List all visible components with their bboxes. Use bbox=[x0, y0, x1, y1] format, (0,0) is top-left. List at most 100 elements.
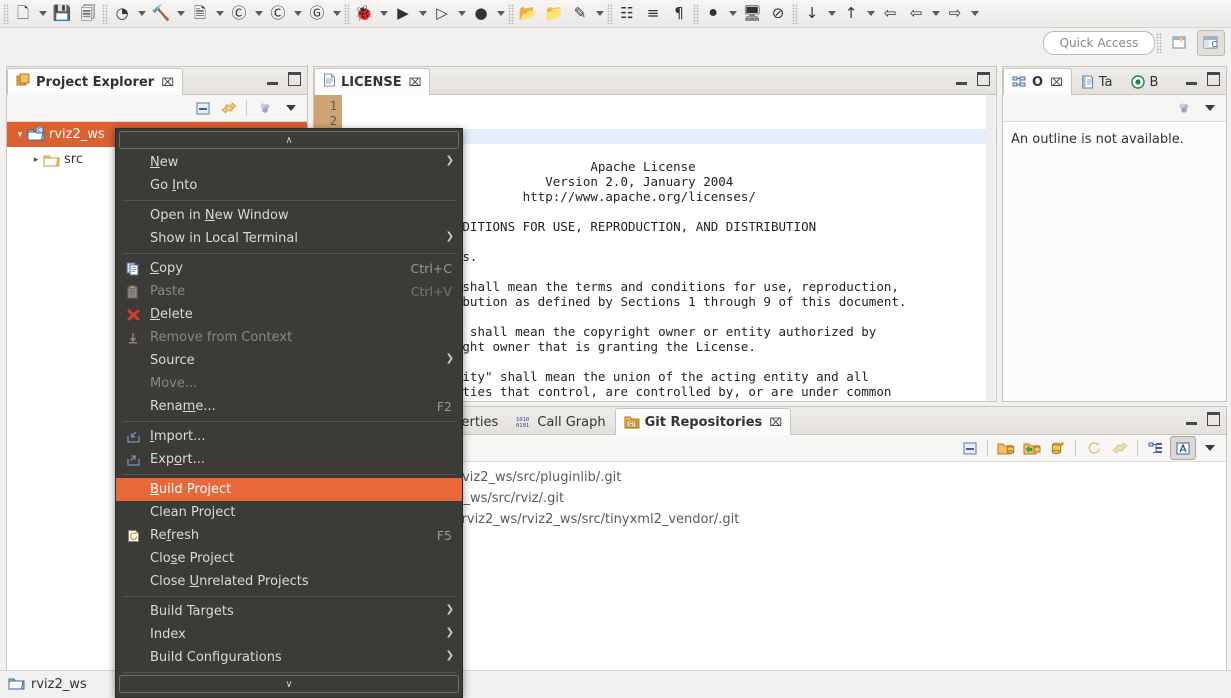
project-context-menu[interactable]: ∧ NewGo IntoOpen in New WindowShow in Lo… bbox=[115, 128, 463, 698]
menu-item-rename[interactable]: Rename...F2 bbox=[116, 395, 462, 418]
close-icon[interactable]: ⌧ bbox=[769, 416, 782, 429]
minimize-icon[interactable] bbox=[956, 73, 967, 85]
show-whitespace-icon[interactable]: ≡ bbox=[640, 2, 666, 26]
quick-access-input[interactable]: Quick Access bbox=[1043, 31, 1155, 55]
forward-icon[interactable]: ⇨ bbox=[942, 2, 968, 26]
maximize-icon[interactable] bbox=[1207, 412, 1220, 426]
new-c-file-icon[interactable]: Ⓒ bbox=[265, 2, 291, 26]
view-menu-icon[interactable] bbox=[1198, 97, 1222, 119]
toolbar-grip[interactable] bbox=[1156, 33, 1162, 53]
terminal-icon[interactable]: 🖥 bbox=[739, 2, 765, 26]
toolbar-grip[interactable] bbox=[792, 4, 798, 24]
git-icon[interactable]: Ⓖ bbox=[304, 2, 330, 26]
hierarchy-layout-icon[interactable] bbox=[1144, 437, 1168, 459]
menu-item-open-in-new-window[interactable]: Open in New Window bbox=[116, 204, 462, 227]
hammer-build-icon[interactable]: 🔨 bbox=[148, 2, 174, 26]
menu-scroll-up-button[interactable]: ∧ bbox=[119, 131, 459, 149]
debug-bug-icon[interactable]: 🐞 bbox=[351, 2, 377, 26]
open-perspective-icon[interactable] bbox=[1167, 31, 1193, 55]
close-icon[interactable]: ⌧ bbox=[1050, 76, 1063, 89]
minimize-icon[interactable] bbox=[267, 73, 278, 85]
run-history-icon[interactable]: ▷ bbox=[429, 2, 455, 26]
chevron-down-icon[interactable] bbox=[377, 2, 390, 26]
menu-item-close-unrelated-projects[interactable]: Close Unrelated Projects bbox=[116, 570, 462, 593]
c-cpp-perspective-icon[interactable]: C bbox=[1197, 30, 1225, 56]
toggle-block-selection-icon[interactable]: ☷ bbox=[614, 2, 640, 26]
menu-item-refresh[interactable]: RefreshF5 bbox=[116, 524, 462, 547]
create-repository-icon[interactable] bbox=[1046, 437, 1070, 459]
menu-item-copy[interactable]: CopyCtrl+C bbox=[116, 257, 462, 280]
chevron-down-icon[interactable] bbox=[291, 2, 304, 26]
maximize-icon[interactable] bbox=[1207, 72, 1220, 86]
toolbar-grip[interactable] bbox=[508, 4, 514, 24]
chevron-down-icon[interactable] bbox=[825, 2, 838, 26]
tab-ta[interactable]: Ta bbox=[1072, 68, 1122, 95]
marker-pen-icon[interactable]: ✎ bbox=[567, 2, 593, 26]
build-all-icon[interactable]: ◔ bbox=[109, 2, 135, 26]
new-c-class-icon[interactable]: Ⓒ bbox=[226, 2, 252, 26]
menu-item-build-targets[interactable]: Build Targets bbox=[116, 600, 462, 623]
chevron-down-icon[interactable] bbox=[135, 2, 148, 26]
chevron-down-icon[interactable] bbox=[968, 2, 981, 26]
skip-breakpoints-icon[interactable]: ⊘ bbox=[765, 2, 791, 26]
menu-item-paste[interactable]: PasteCtrl+V bbox=[116, 280, 462, 303]
collapse-all-icon[interactable] bbox=[191, 97, 215, 119]
back-icon[interactable]: ⇦ bbox=[877, 2, 903, 26]
chevron-down-icon[interactable] bbox=[726, 2, 739, 26]
chevron-down-icon[interactable] bbox=[455, 2, 468, 26]
minimize-icon[interactable] bbox=[1186, 73, 1197, 85]
close-icon[interactable]: ⌧ bbox=[161, 76, 174, 89]
user-avatar-icon[interactable]: ⚫ bbox=[700, 2, 726, 26]
back-history-icon[interactable]: ⇦ bbox=[903, 2, 929, 26]
maximize-icon[interactable] bbox=[977, 72, 990, 86]
link-with-selection-icon[interactable] bbox=[1108, 437, 1132, 459]
chevron-down-icon[interactable] bbox=[864, 2, 877, 26]
previous-annotation-icon[interactable]: ↑ bbox=[838, 2, 864, 26]
menu-scroll-down-button[interactable]: ∨ bbox=[119, 675, 459, 693]
twisty-icon[interactable]: ▸ bbox=[29, 155, 43, 165]
menu-item-delete[interactable]: Delete bbox=[116, 303, 462, 326]
menu-item-move[interactable]: Move... bbox=[116, 372, 462, 395]
chevron-down-icon[interactable] bbox=[494, 2, 507, 26]
toggle-branch-hierarchy-icon[interactable] bbox=[1170, 436, 1196, 460]
chevron-down-icon[interactable] bbox=[36, 2, 49, 26]
toolbar-grip[interactable] bbox=[3, 4, 9, 24]
collapse-all-icon[interactable] bbox=[958, 437, 982, 459]
menu-item-new[interactable]: New bbox=[116, 151, 462, 174]
view-menu-icon[interactable] bbox=[279, 97, 303, 119]
open-type-icon[interactable]: 📁 bbox=[541, 2, 567, 26]
editor-vertical-scrollbar[interactable] bbox=[986, 95, 995, 401]
close-icon[interactable]: ⌧ bbox=[409, 76, 422, 89]
menu-item-show-in-local-terminal[interactable]: Show in Local Terminal bbox=[116, 227, 462, 250]
view-filters-icon[interactable] bbox=[1172, 97, 1196, 119]
toolbar-grip[interactable] bbox=[607, 4, 613, 24]
add-existing-repository-icon[interactable] bbox=[994, 437, 1018, 459]
next-annotation-icon[interactable]: ↓ bbox=[799, 2, 825, 26]
open-folder-icon[interactable]: 📂 bbox=[515, 2, 541, 26]
new-file-icon[interactable]: 🗋 bbox=[10, 2, 36, 26]
menu-item-build-configurations[interactable]: Build Configurations bbox=[116, 646, 462, 669]
minimize-icon[interactable] bbox=[1186, 413, 1197, 425]
chevron-down-icon[interactable] bbox=[330, 2, 343, 26]
menu-item-clean-project[interactable]: Clean Project bbox=[116, 501, 462, 524]
tab-license[interactable]: LICENSE ⌧ bbox=[314, 68, 430, 95]
menu-item-export[interactable]: Export... bbox=[116, 448, 462, 471]
menu-item-import[interactable]: Import... bbox=[116, 425, 462, 448]
toolbar-grip[interactable] bbox=[102, 4, 108, 24]
view-menu-icon[interactable] bbox=[1198, 437, 1222, 459]
binary-file-icon[interactable]: 🗎 bbox=[187, 2, 213, 26]
link-with-editor-icon[interactable] bbox=[217, 97, 241, 119]
refresh-icon[interactable] bbox=[1082, 437, 1106, 459]
twisty-icon[interactable]: ▾ bbox=[13, 130, 27, 140]
menu-item-remove-from-context[interactable]: Remove from Context bbox=[116, 326, 462, 349]
chevron-down-icon[interactable] bbox=[252, 2, 265, 26]
menu-item-close-project[interactable]: Close Project bbox=[116, 547, 462, 570]
tab-o[interactable]: O⌧ bbox=[1003, 68, 1072, 95]
menu-item-build-project[interactable]: Build Project bbox=[116, 478, 462, 501]
tab-project-explorer[interactable]: Project Explorer ⌧ bbox=[7, 68, 183, 95]
run-play-icon[interactable]: ▶ bbox=[390, 2, 416, 26]
menu-item-source[interactable]: Source bbox=[116, 349, 462, 372]
chevron-down-icon[interactable] bbox=[416, 2, 429, 26]
paragraph-mark-icon[interactable]: ¶ bbox=[666, 2, 692, 26]
clone-repository-icon[interactable] bbox=[1020, 437, 1044, 459]
